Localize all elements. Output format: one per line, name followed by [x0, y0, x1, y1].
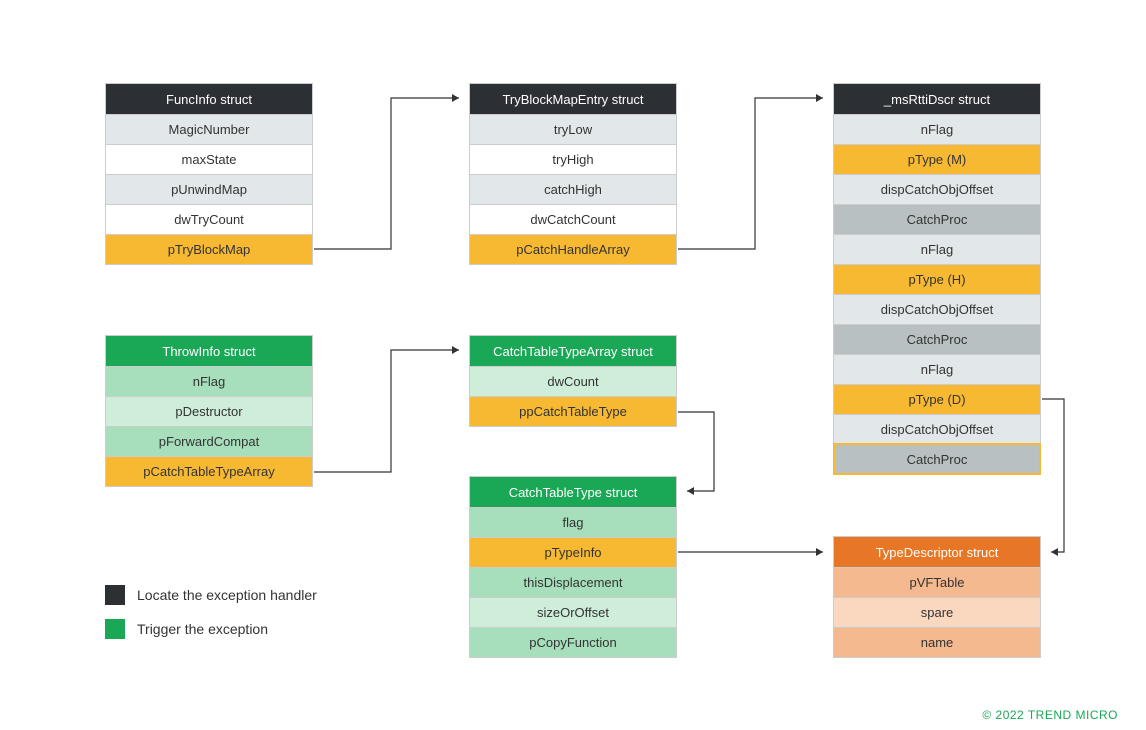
- typedesc-struct: TypeDescriptor struct pVFTable spare nam…: [833, 536, 1041, 658]
- throwinfo-pforwardcompat: pForwardCompat: [106, 426, 312, 456]
- catcharray-header: CatchTableTypeArray struct: [470, 336, 676, 366]
- funcinfo-maxstate: maxState: [106, 144, 312, 174]
- funcinfo-struct: FuncInfo struct MagicNumber maxState pUn…: [105, 83, 313, 265]
- msrtti-ptypem: pType (M): [834, 144, 1040, 174]
- tryblock-struct: TryBlockMapEntry struct tryLow tryHigh c…: [469, 83, 677, 265]
- catcharray-ppcatchtabletype: ppCatchTableType: [470, 396, 676, 426]
- legend-swatch-green: [105, 619, 125, 639]
- msrtti-disp1: dispCatchObjOffset: [834, 174, 1040, 204]
- msrtti-nflag2: nFlag: [834, 234, 1040, 264]
- catchtype-sizeoroffset: sizeOrOffset: [470, 597, 676, 627]
- funcinfo-ptryblockmap: pTryBlockMap: [106, 234, 312, 264]
- throwinfo-struct: ThrowInfo struct nFlag pDestructor pForw…: [105, 335, 313, 487]
- typedesc-name: name: [834, 627, 1040, 657]
- legend-locate: Locate the exception handler: [105, 585, 317, 605]
- catchtype-thisdisplacement: thisDisplacement: [470, 567, 676, 597]
- typedesc-spare: spare: [834, 597, 1040, 627]
- msrtti-disp2: dispCatchObjOffset: [834, 294, 1040, 324]
- msrtti-ptypeh: pType (H): [834, 264, 1040, 294]
- catchtype-struct: CatchTableType struct flag pTypeInfo thi…: [469, 476, 677, 658]
- catchtype-pcopyfunction: pCopyFunction: [470, 627, 676, 657]
- typedesc-pvftable: pVFTable: [834, 567, 1040, 597]
- legend-swatch-dark: [105, 585, 125, 605]
- catchtype-flag: flag: [470, 507, 676, 537]
- msrtti-header: _msRttiDscr struct: [834, 84, 1040, 114]
- typedesc-header: TypeDescriptor struct: [834, 537, 1040, 567]
- catchtype-ptypeinfo: pTypeInfo: [470, 537, 676, 567]
- msrtti-nflag3: nFlag: [834, 354, 1040, 384]
- tryblock-pcatchhandlearray: pCatchHandleArray: [470, 234, 676, 264]
- legend: Locate the exception handler Trigger the…: [105, 585, 317, 653]
- throwinfo-header: ThrowInfo struct: [106, 336, 312, 366]
- msrtti-catchproc1: CatchProc: [834, 204, 1040, 234]
- tryblock-tryhigh: tryHigh: [470, 144, 676, 174]
- tryblock-header: TryBlockMapEntry struct: [470, 84, 676, 114]
- msrtti-struct: _msRttiDscr struct nFlag pType (M) dispC…: [833, 83, 1041, 475]
- tryblock-dwcatchcount: dwCatchCount: [470, 204, 676, 234]
- copyright: © 2022 TREND MICRO: [982, 708, 1118, 722]
- legend-trigger: Trigger the exception: [105, 619, 317, 639]
- msrtti-ptyped: pType (D): [834, 384, 1040, 414]
- funcinfo-dwtrycount: dwTryCount: [106, 204, 312, 234]
- funcinfo-punwindmap: pUnwindMap: [106, 174, 312, 204]
- funcinfo-magicnumber: MagicNumber: [106, 114, 312, 144]
- msrtti-catchproc3: CatchProc: [834, 444, 1040, 474]
- catcharray-dwcount: dwCount: [470, 366, 676, 396]
- throwinfo-nflag: nFlag: [106, 366, 312, 396]
- tryblock-catchhigh: catchHigh: [470, 174, 676, 204]
- catchtype-header: CatchTableType struct: [470, 477, 676, 507]
- tryblock-trylow: tryLow: [470, 114, 676, 144]
- throwinfo-pcatchtabletypearray: pCatchTableTypeArray: [106, 456, 312, 486]
- msrtti-catchproc2: CatchProc: [834, 324, 1040, 354]
- funcinfo-header: FuncInfo struct: [106, 84, 312, 114]
- throwinfo-pdestructor: pDestructor: [106, 396, 312, 426]
- msrtti-disp3: dispCatchObjOffset: [834, 414, 1040, 444]
- msrtti-nflag1: nFlag: [834, 114, 1040, 144]
- catcharray-struct: CatchTableTypeArray struct dwCount ppCat…: [469, 335, 677, 427]
